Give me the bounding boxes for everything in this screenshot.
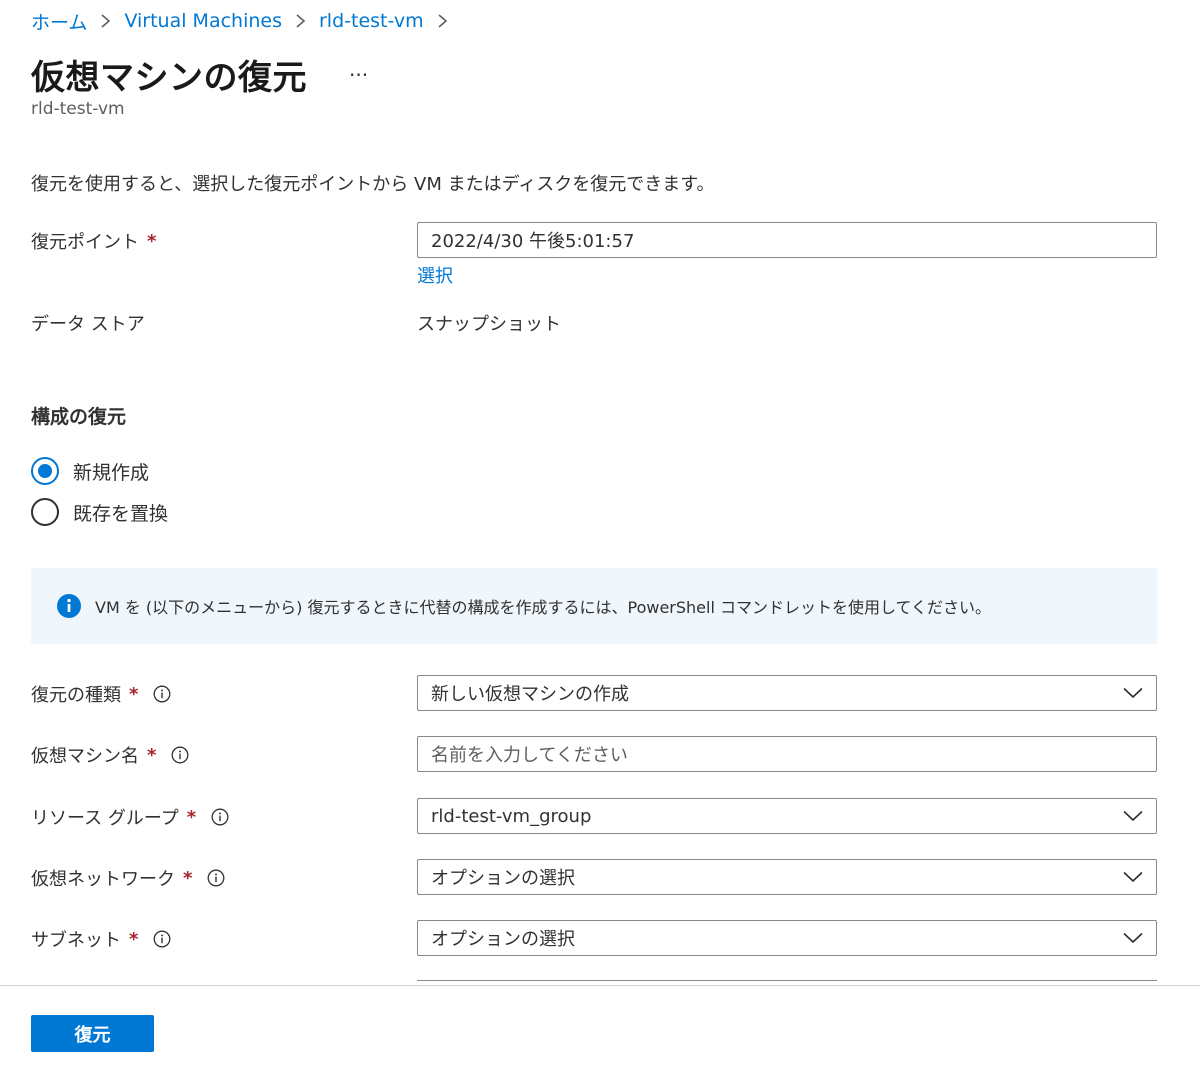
virtual-network-label: 仮想ネットワーク *	[31, 865, 225, 891]
subnet-value: オプションの選択	[431, 929, 575, 950]
subnet-label: サブネット *	[31, 926, 171, 952]
page-title: 仮想マシンの復元	[31, 58, 307, 98]
restore-button[interactable]: 復元	[31, 1015, 154, 1052]
required-marker: *	[129, 683, 139, 705]
partial-field-edge	[417, 980, 1157, 984]
radio-selected-icon	[31, 457, 59, 485]
restore-point-value: 2022/4/30 午後5:01:57	[431, 231, 635, 252]
info-icon[interactable]	[153, 685, 171, 703]
breadcrumb-home-link[interactable]: ホーム	[31, 8, 87, 35]
subnet-label-text: サブネット	[31, 930, 121, 951]
chevron-down-icon	[1123, 932, 1143, 944]
resource-group-label-text: リソース グループ	[31, 808, 179, 829]
restore-type-label: 復元の種類 *	[31, 681, 171, 707]
info-banner-text: VM を (以下のメニューから) 復元するときに代替の構成を作成するには、Pow…	[95, 598, 992, 617]
radio-replace-existing[interactable]: 既存を置換	[31, 498, 168, 526]
virtual-network-dropdown[interactable]: オプションの選択	[417, 859, 1157, 895]
select-restore-point-link[interactable]: 選択	[417, 262, 453, 288]
info-banner: VM を (以下のメニューから) 復元するときに代替の構成を作成するには、Pow…	[31, 568, 1157, 644]
title-row: 仮想マシンの復元 ···	[31, 50, 368, 99]
restore-point-label-text: 復元ポイント	[31, 232, 139, 253]
breadcrumb: ホーム Virtual Machines rld-test-vm	[31, 8, 461, 34]
resource-group-value: rld-test-vm_group	[431, 805, 592, 827]
chevron-right-icon	[437, 13, 448, 29]
info-icon[interactable]	[153, 930, 171, 948]
vm-name-label-text: 仮想マシン名	[31, 746, 139, 767]
required-marker: *	[183, 867, 193, 889]
info-filled-icon	[57, 594, 81, 618]
data-store-value: スナップショット	[417, 314, 561, 335]
chevron-down-icon	[1123, 687, 1143, 699]
restore-type-value: 新しい仮想マシンの作成	[431, 684, 629, 705]
chevron-down-icon	[1123, 871, 1143, 883]
virtual-network-value: オプションの選択	[431, 868, 575, 889]
required-marker: *	[147, 744, 157, 766]
vm-name-placeholder: 名前を入力してください	[431, 745, 628, 766]
chevron-right-icon	[295, 13, 306, 29]
config-section-title: 構成の復元	[31, 406, 127, 428]
radio-create-new[interactable]: 新規作成	[31, 457, 149, 485]
info-icon[interactable]	[171, 746, 189, 764]
resource-group-dropdown[interactable]: rld-test-vm_group	[417, 798, 1157, 834]
page-description: 復元を使用すると、選択した復元ポイントから VM またはディスクを復元できます。	[31, 174, 715, 195]
restore-point-label: 復元ポイント *	[31, 228, 156, 254]
page-subtitle: rld-test-vm	[31, 99, 125, 119]
breadcrumb-virtual-machines-link[interactable]: Virtual Machines	[124, 10, 282, 32]
restore-type-dropdown[interactable]: 新しい仮想マシンの作成	[417, 675, 1157, 711]
info-icon[interactable]	[207, 869, 225, 887]
footer-divider	[0, 985, 1200, 986]
restore-type-label-text: 復元の種類	[31, 685, 121, 706]
data-store-label: データ ストア	[31, 310, 145, 336]
chevron-down-icon	[1123, 810, 1143, 822]
radio-unselected-icon	[31, 498, 59, 526]
required-marker: *	[186, 806, 197, 828]
vm-name-label: 仮想マシン名 *	[31, 742, 189, 768]
restore-point-field[interactable]: 2022/4/30 午後5:01:57	[417, 222, 1157, 258]
virtual-network-label-text: 仮想ネットワーク	[31, 869, 175, 890]
radio-replace-existing-label: 既存を置換	[73, 502, 169, 525]
chevron-right-icon	[100, 13, 111, 29]
resource-group-label: リソース グループ *	[31, 804, 229, 830]
info-icon[interactable]	[211, 808, 229, 826]
data-store-label-text: データ ストア	[31, 314, 145, 335]
breadcrumb-vm-link[interactable]: rld-test-vm	[319, 10, 424, 32]
more-options-button[interactable]: ···	[349, 65, 368, 85]
radio-create-new-label: 新規作成	[73, 461, 150, 484]
subnet-dropdown[interactable]: オプションの選択	[417, 920, 1157, 956]
vm-name-input[interactable]: 名前を入力してください	[417, 736, 1157, 772]
required-marker: *	[129, 928, 139, 950]
required-marker: *	[147, 230, 157, 252]
